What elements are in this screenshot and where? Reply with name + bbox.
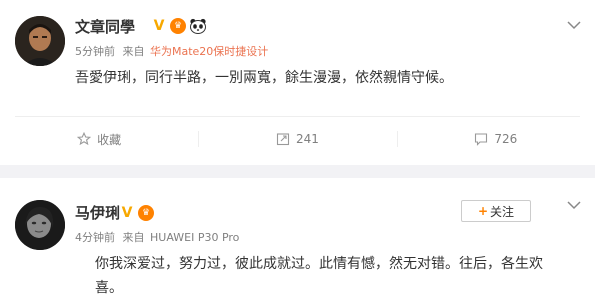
favorite-button[interactable]: 收藏 (0, 128, 198, 150)
source-prefix: 来自 (122, 231, 145, 244)
vip-icon[interactable]: ♛ (138, 205, 154, 221)
user-badges: V ♛ (151, 18, 207, 34)
post-meta: 5分钟前 来自 华为Mate20保时捷设计 (75, 43, 268, 59)
repost-icon (276, 133, 290, 146)
avatar-image (15, 16, 65, 66)
repost-button[interactable]: 241 (198, 128, 396, 150)
follow-button[interactable]: + 关注 (461, 200, 531, 222)
favorite-label: 收藏 (97, 132, 122, 147)
source-device[interactable]: 华为Mate20保时捷设计 (150, 45, 268, 58)
weibo-post-1: 文章同學 V ♛ 5分钟前 来自 华为Mate20保时捷设计 吾愛伊琍，同行半路… (0, 0, 595, 165)
user-badges: V ♛ (119, 205, 154, 221)
source-prefix: 来自 (122, 45, 145, 58)
chevron-down-icon[interactable] (567, 20, 581, 30)
chevron-down-icon[interactable] (567, 200, 581, 210)
verified-v-icon[interactable]: V (151, 18, 167, 34)
repost-count: 241 (296, 132, 319, 146)
verified-v-icon[interactable]: V (119, 205, 135, 221)
favorite-icon (77, 132, 92, 146)
avatar[interactable] (15, 200, 65, 250)
comment-count: 726 (494, 132, 518, 146)
plus-icon: + (477, 204, 489, 218)
vip-icon[interactable]: ♛ (170, 18, 186, 34)
username[interactable]: 马伊琍 (75, 202, 120, 223)
avatar-image (15, 200, 65, 250)
action-bar: 收藏 241 726 (0, 128, 595, 150)
panda-icon[interactable] (189, 18, 207, 34)
post-time[interactable]: 4分钟前 (75, 231, 115, 244)
post-meta: 4分钟前 来自 HUAWEI P30 Pro (75, 229, 239, 245)
follow-label: 关注 (490, 204, 515, 219)
post-separator (0, 165, 595, 178)
username[interactable]: 文章同學 (75, 16, 135, 37)
source-device[interactable]: HUAWEI P30 Pro (150, 231, 239, 244)
comment-icon (475, 133, 488, 146)
avatar[interactable] (15, 16, 65, 66)
post-time[interactable]: 5分钟前 (75, 45, 115, 58)
post-content: 吾愛伊琍，同行半路，一別兩寬，餘生漫漫，依然親情守候。 (75, 70, 453, 86)
weibo-post-2: 马伊琍 V ♛ + 关注 4分钟前 来自 HUAWEI P30 Pro 你我深爱… (0, 178, 595, 300)
post-content: 你我深爱过，努力过，彼此成就过。此情有憾，然无对错。往后，各生欢喜。 (95, 256, 543, 296)
divider (15, 116, 580, 117)
comment-button[interactable]: 726 (396, 128, 595, 150)
